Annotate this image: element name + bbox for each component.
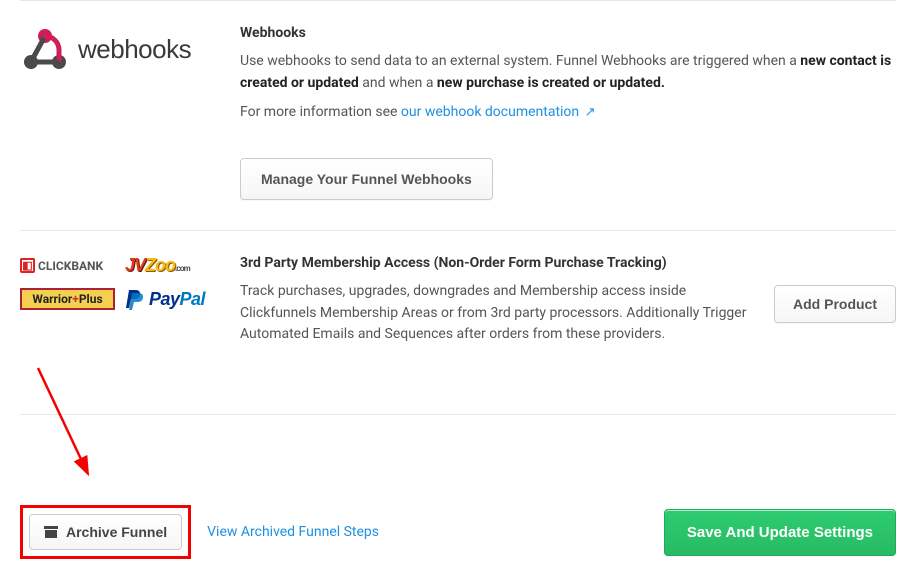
archive-funnel-label: Archive Funnel — [66, 524, 167, 540]
webhooks-logo: webhooks — [20, 25, 191, 73]
paypal-pay: Pay — [149, 289, 180, 309]
webhooks-more-prefix: For more information see — [240, 104, 401, 120]
save-settings-button[interactable]: Save And Update Settings — [664, 509, 896, 556]
clickbank-text: CLICKBANK — [38, 259, 103, 273]
add-product-button[interactable]: Add Product — [774, 285, 896, 323]
archive-funnel-button[interactable]: Archive Funnel — [29, 514, 182, 550]
jvzoo-jv: JV — [125, 255, 145, 275]
webhooks-icon — [20, 25, 70, 73]
webhooks-more: For more information see our webhook doc… — [240, 102, 896, 124]
paypal-pal: Pal — [180, 289, 206, 309]
paypal-text: PayPal — [149, 289, 205, 310]
provider-logos: ◧ CLICKBANK JVZoo.com Warrior+Plus PayPa… — [20, 255, 220, 310]
annotation-highlight: Archive Funnel — [20, 505, 191, 559]
warrior-a: Warrior — [32, 292, 72, 306]
webhooks-doc-link[interactable]: our webhook documentation ↗ — [401, 104, 596, 120]
section-left: webhooks — [20, 25, 240, 200]
clickbank-icon: ◧ — [20, 258, 35, 273]
webhooks-desc-mid: and when a — [359, 75, 437, 91]
webhooks-doc-link-label: our webhook documentation — [401, 104, 579, 120]
webhooks-desc: Use webhooks to send data to an external… — [240, 51, 896, 94]
section-webhooks: webhooks Webhooks Use webhooks to send d… — [20, 0, 896, 230]
webhooks-desc-bold2: new purchase is created or updated. — [437, 75, 665, 91]
view-archived-link[interactable]: View Archived Funnel Steps — [207, 524, 379, 540]
footer-bar: Archive Funnel View Archived Funnel Step… — [20, 414, 896, 579]
manage-webhooks-button[interactable]: Manage Your Funnel Webhooks — [240, 158, 493, 200]
external-link-icon: ↗ — [585, 105, 596, 120]
paypal-icon — [125, 288, 145, 310]
archive-icon — [44, 526, 58, 538]
paypal-logo: PayPal — [125, 288, 220, 310]
section-right: Webhooks Use webhooks to send data to an… — [240, 25, 896, 200]
clickbank-logo: ◧ CLICKBANK — [20, 258, 115, 273]
jvzoo-com: .com — [175, 264, 190, 273]
webhooks-logo-text: webhooks — [78, 34, 191, 65]
webhooks-title: Webhooks — [240, 25, 896, 41]
section-right: 3rd Party Membership Access (Non-Order F… — [240, 255, 896, 354]
warrior-c: Plus — [79, 292, 103, 306]
section-left: ◧ CLICKBANK JVZoo.com Warrior+Plus PayPa… — [20, 255, 240, 354]
section-thirdparty: ◧ CLICKBANK JVZoo.com Warrior+Plus PayPa… — [20, 230, 896, 384]
jvzoo-logo: JVZoo.com — [125, 255, 220, 276]
webhooks-desc-prefix: Use webhooks to send data to an external… — [240, 53, 800, 69]
jvzoo-zoo: Zoo — [145, 255, 175, 275]
warriorplus-logo: Warrior+Plus — [20, 288, 115, 310]
thirdparty-title: 3rd Party Membership Access (Non-Order F… — [240, 255, 896, 271]
